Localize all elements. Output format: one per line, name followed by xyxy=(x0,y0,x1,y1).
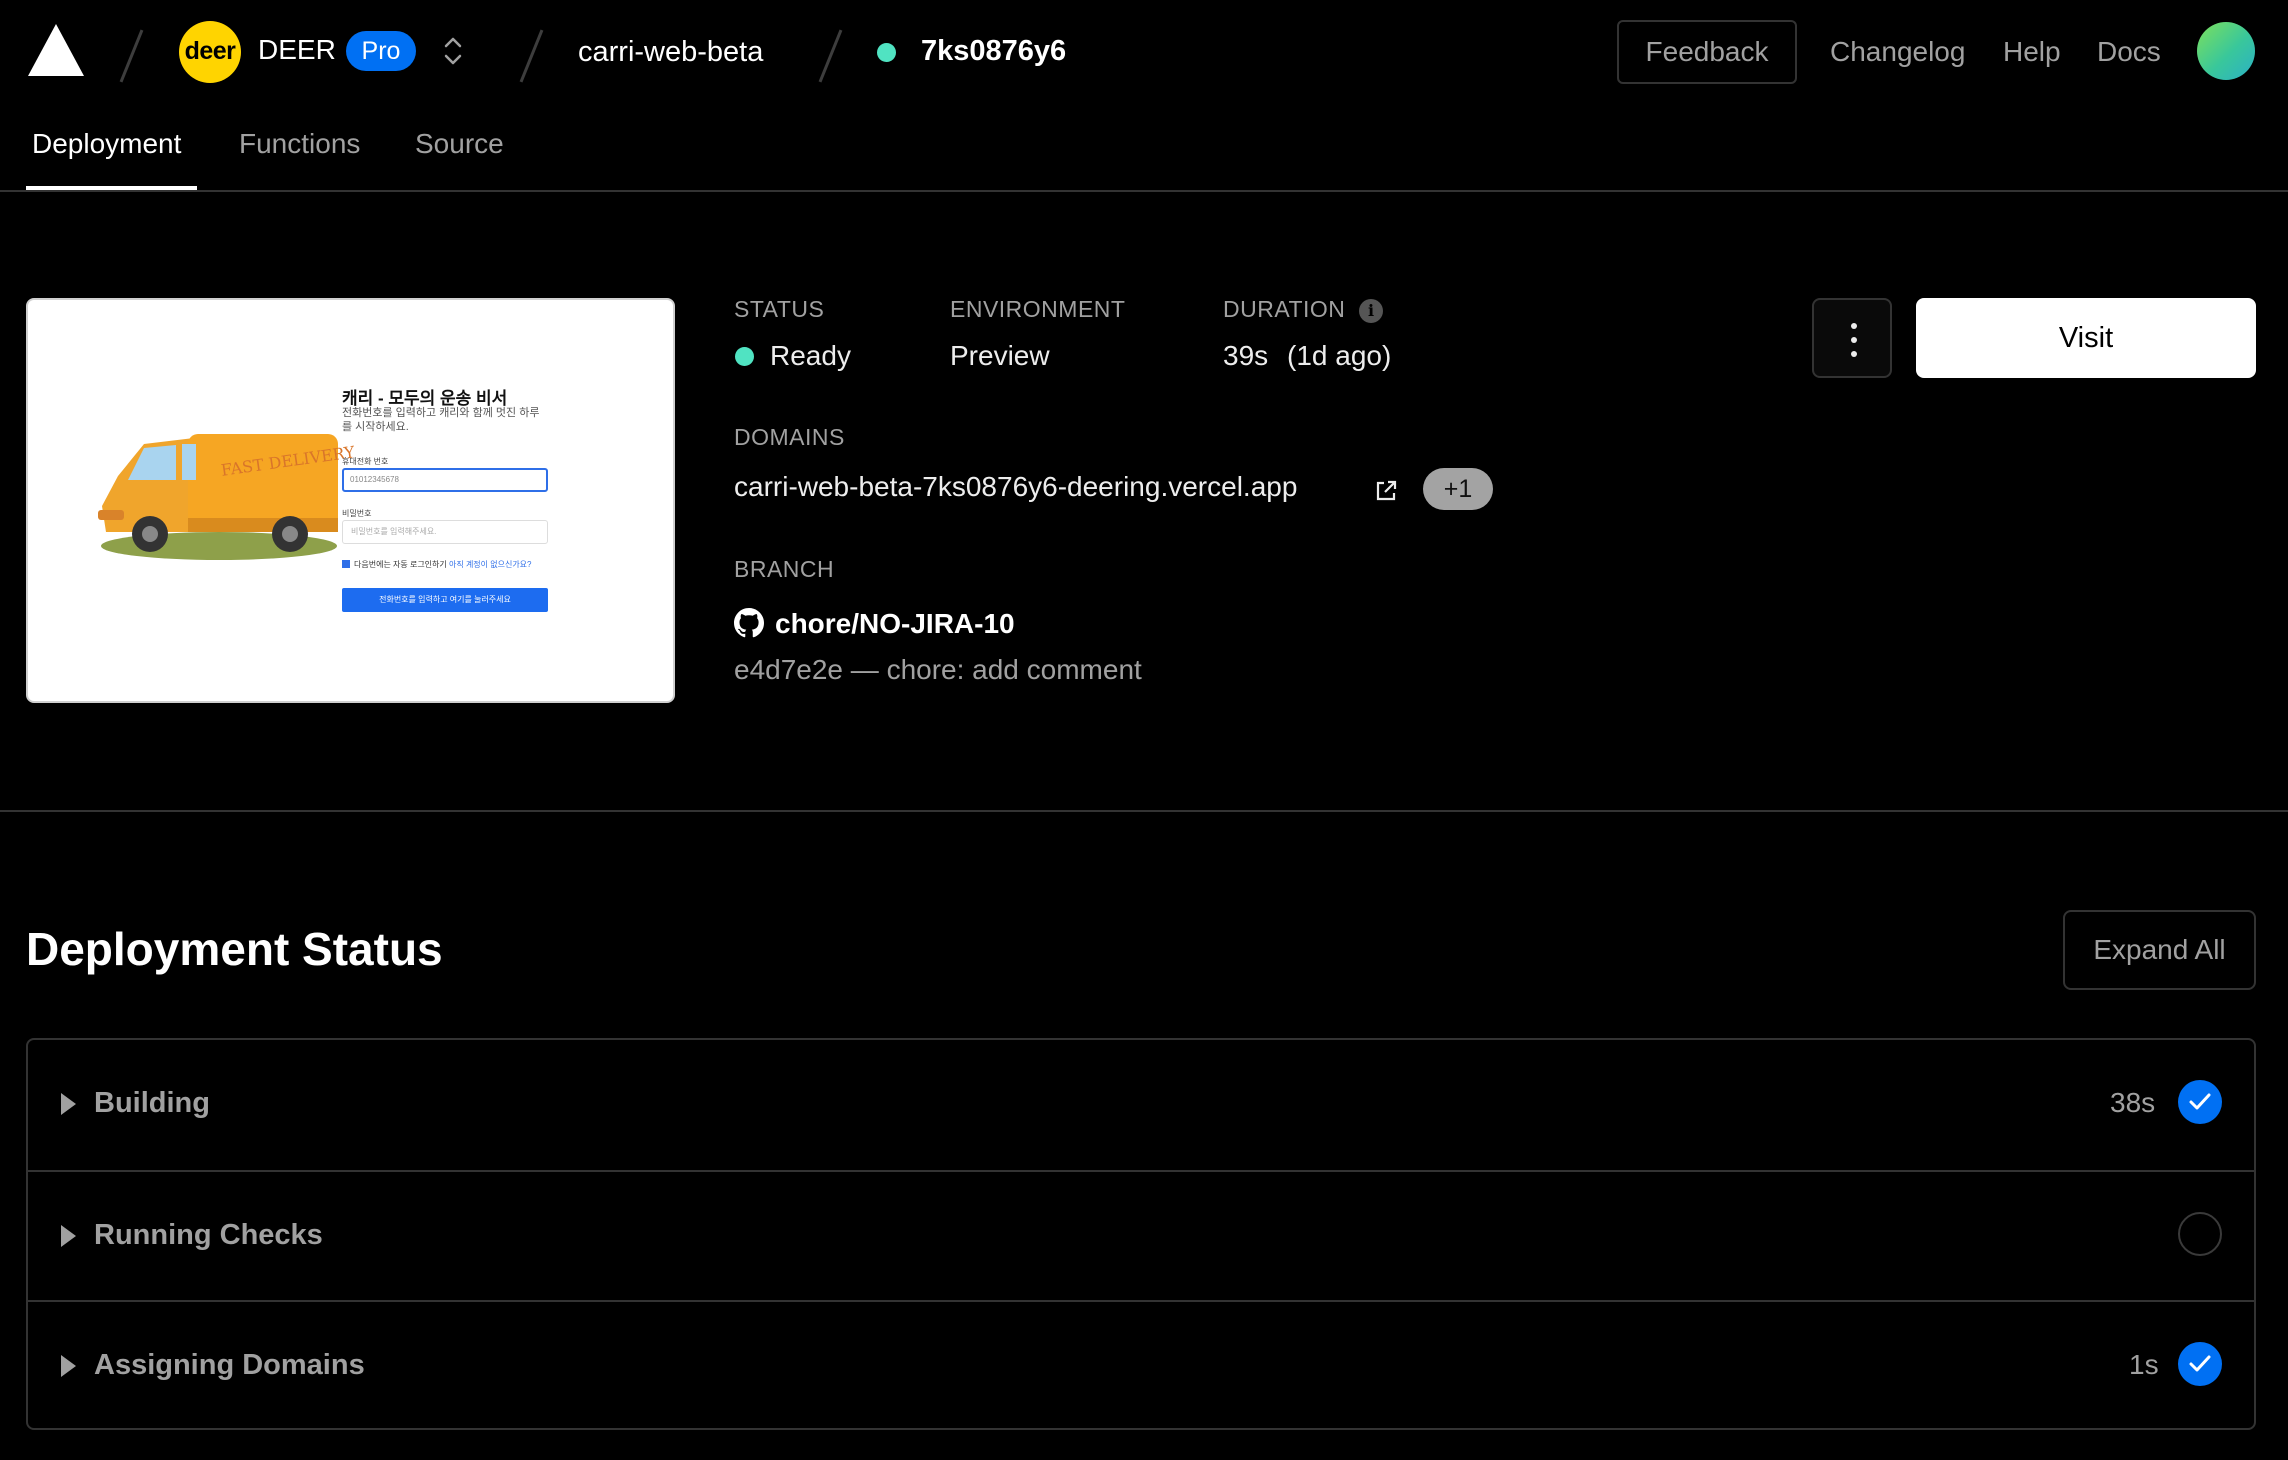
feedback-button[interactable]: Feedback xyxy=(1617,20,1797,84)
preview-submit-button: 전화번호를 입력하고 여기를 눌러주세요 xyxy=(342,588,548,612)
kebab-dot xyxy=(1851,323,1857,329)
caret-right-icon xyxy=(61,1355,76,1377)
check-circle-icon xyxy=(2178,1342,2222,1386)
preview-password-label: 비밀번호 xyxy=(342,509,372,518)
deployment-preview-screenshot[interactable]: FAST DELIVERY 캐리 - 모두의 운송 비서 전화번호를 입력하고 … xyxy=(26,298,675,703)
info-icon[interactable]: i xyxy=(1359,299,1383,323)
delivery-van-illustration: FAST DELIVERY xyxy=(98,434,354,560)
tab-functions[interactable]: Functions xyxy=(239,128,360,160)
github-icon xyxy=(734,608,764,638)
deployment-status-dot xyxy=(877,43,896,62)
external-link-icon[interactable] xyxy=(1373,478,1399,504)
help-link[interactable]: Help xyxy=(2003,36,2061,68)
preview-phone-field: 01012345678 xyxy=(342,468,548,492)
breadcrumb-separator xyxy=(516,28,546,84)
status-value: Ready xyxy=(770,340,851,371)
section-title: Deployment Status xyxy=(26,923,443,975)
preview-phone-label: 휴대전화 번호 xyxy=(342,457,389,466)
caret-right-icon xyxy=(61,1225,76,1247)
user-avatar[interactable] xyxy=(2197,22,2255,80)
preview-subtitle: 전화번호를 입력하고 캐리와 함께 멋진 하루를 시작하세요. xyxy=(342,407,540,433)
preview-remember-checkbox: 다음번에는 자동 로그인하기 아직 계정이 없으신가요? xyxy=(342,559,532,570)
docs-link[interactable]: Docs xyxy=(2097,36,2161,68)
environment-label: ENVIRONMENT xyxy=(950,296,1126,322)
team-avatar[interactable]: deer xyxy=(179,21,241,83)
domains-label: DOMAINS xyxy=(734,424,845,450)
commit-link[interactable]: e4d7e2e — chore: add comment xyxy=(734,654,1142,686)
duration-value: 39s xyxy=(1223,340,1269,371)
step-duration: 38s xyxy=(2110,1087,2156,1118)
breadcrumb-separator xyxy=(116,28,146,84)
step-name: Building xyxy=(94,1087,210,1119)
team-name[interactable]: DEER xyxy=(258,34,336,66)
changelog-link[interactable]: Changelog xyxy=(1830,36,1965,68)
active-tab-indicator xyxy=(26,186,197,190)
step-duration: 1s xyxy=(2129,1349,2159,1380)
branch-label: BRANCH xyxy=(734,556,835,582)
step-running-checks[interactable]: Running Checks xyxy=(28,1170,2254,1300)
chevron-up-down-icon[interactable] xyxy=(441,34,465,68)
caret-right-icon xyxy=(61,1093,76,1115)
tab-deployment[interactable]: Deployment xyxy=(32,128,181,160)
deployment-overview: FAST DELIVERY 캐리 - 모두의 운송 비서 전화번호를 입력하고 … xyxy=(0,192,2288,812)
step-assigning-domains[interactable]: Assigning Domains 1s xyxy=(28,1300,2254,1430)
more-domains-badge[interactable]: +1 xyxy=(1423,468,1493,510)
top-navigation-bar: deer DEER Pro carri-web-beta 7ks0876y6 F… xyxy=(0,0,2288,104)
deployment-id: 7ks0876y6 xyxy=(921,35,1067,67)
duration-ago: (1d ago) xyxy=(1287,340,1392,371)
expand-all-button[interactable]: Expand All xyxy=(2063,910,2256,990)
environment-value: Preview xyxy=(950,340,1050,371)
breadcrumb-separator xyxy=(815,28,845,84)
duration-label: DURATION xyxy=(1223,296,1346,322)
deployment-tabs: Deployment Functions Source xyxy=(0,104,2288,192)
plan-badge: Pro xyxy=(346,31,416,71)
domain-link[interactable]: carri-web-beta-7ks0876y6-deering.vercel.… xyxy=(734,471,1297,503)
project-name-link[interactable]: carri-web-beta xyxy=(578,36,763,69)
status-label: STATUS xyxy=(734,296,825,322)
deployment-steps-list: Building 38s Running Checks Assigning Do… xyxy=(26,1038,2256,1430)
step-building[interactable]: Building 38s xyxy=(28,1040,2254,1170)
more-options-button[interactable] xyxy=(1812,298,1892,378)
preview-password-field: 비밀번호를 입력해주세요. xyxy=(342,520,548,544)
kebab-dot xyxy=(1851,351,1857,357)
tab-source[interactable]: Source xyxy=(415,128,504,160)
step-name: Running Checks xyxy=(94,1219,323,1251)
vercel-logo-icon[interactable] xyxy=(26,22,86,78)
pending-circle-icon xyxy=(2178,1212,2222,1256)
visit-button[interactable]: Visit xyxy=(1916,298,2256,378)
ready-status-dot xyxy=(735,347,754,366)
branch-link[interactable]: chore/NO-JIRA-10 xyxy=(775,608,1015,640)
check-circle-icon xyxy=(2178,1080,2222,1124)
kebab-dot xyxy=(1851,337,1857,343)
step-name: Assigning Domains xyxy=(94,1349,365,1381)
